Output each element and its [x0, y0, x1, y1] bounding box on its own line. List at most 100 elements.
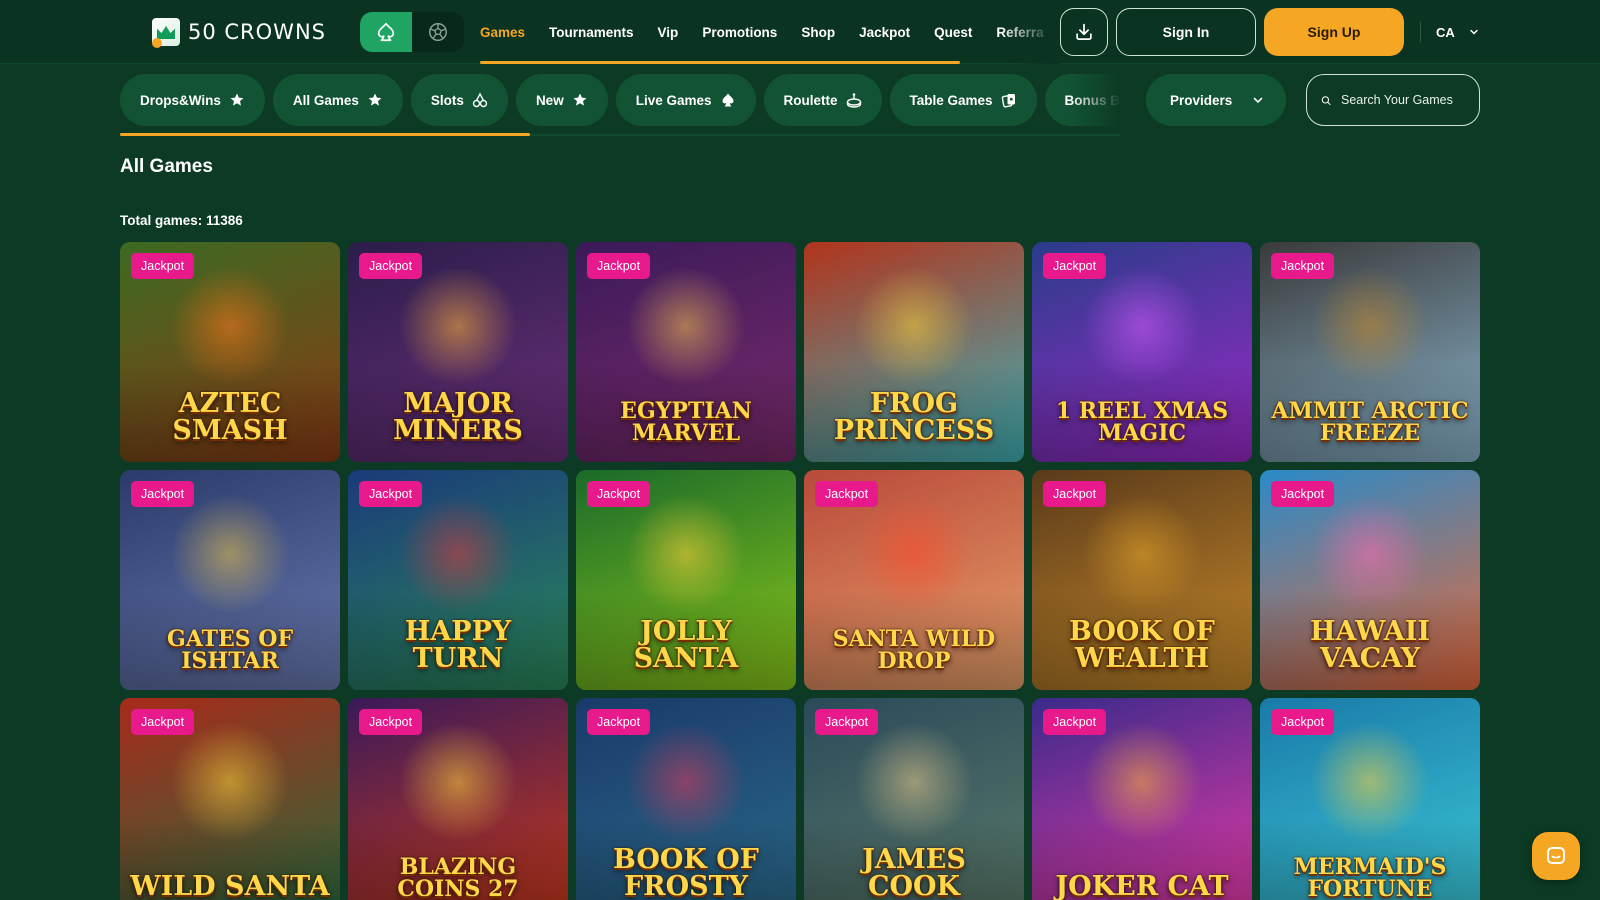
jackpot-badge: Jackpot: [359, 481, 423, 507]
category-tab-label: Table Games: [909, 92, 993, 108]
total-games-count: Total games: 11386: [120, 213, 243, 228]
game-title: Wild Santa: [130, 871, 330, 900]
jackpot-badge: Jackpot: [1271, 253, 1335, 279]
download-icon: [1076, 23, 1092, 41]
support-chat-button[interactable]: [1532, 832, 1580, 880]
brand-logo[interactable]: 50 CROWNS: [152, 17, 326, 48]
game-title: James Cook: [862, 844, 966, 900]
nav-link-tournaments[interactable]: Tournaments: [549, 0, 634, 64]
game-card-hawaii-vacay[interactable]: Jackpot Hawaii Vacay: [1260, 470, 1480, 690]
game-card-egyptian-marvel[interactable]: Jackpot Egyptian Marvel: [576, 242, 796, 462]
nav-link-quest[interactable]: Quest: [934, 0, 972, 64]
chevron-down-icon: [1253, 97, 1263, 104]
games-grid: Jackpot Aztec Smash Jackpot Major Miners Jac…: [120, 242, 1480, 900]
game-card-aztec-smash[interactable]: Jackpot Aztec Smash: [120, 242, 340, 462]
game-card-james-cook[interactable]: Jackpot James Cook: [804, 698, 1024, 900]
category-tab-slots[interactable]: Slots: [410, 74, 508, 126]
providers-dropdown[interactable]: Providers: [1146, 74, 1286, 126]
game-title: Egyptian Marvel: [620, 398, 752, 446]
cherries-icon: [472, 92, 488, 108]
star-icon: [229, 92, 245, 108]
jackpot-badge: Jackpot: [1271, 709, 1335, 735]
search-input[interactable]: [1341, 93, 1465, 107]
sports-mode-button[interactable]: [412, 12, 464, 52]
header-divider: [1420, 22, 1421, 42]
nav-link-shop[interactable]: Shop: [801, 0, 835, 64]
game-title: Joker Cat: [1055, 871, 1229, 900]
category-tab-label: Live Games: [635, 92, 712, 108]
game-card-santa-wild-drop[interactable]: Jackpot Santa Wild Drop: [804, 470, 1024, 690]
jackpot-badge: Jackpot: [359, 709, 423, 735]
spade-icon: [720, 92, 736, 108]
jackpot-badge: Jackpot: [1271, 481, 1335, 507]
game-card-ammit-arctic-freeze[interactable]: Jackpot Ammit Arctic Freeze: [1260, 242, 1480, 462]
search-icon: [1321, 95, 1331, 105]
game-card-jolly-santa[interactable]: Jackpot Jolly Santa: [576, 470, 796, 690]
nav-link-vip[interactable]: Vip: [658, 0, 679, 64]
nav-link-games[interactable]: Games: [480, 0, 525, 64]
sign-up-button[interactable]: Sign Up: [1264, 8, 1404, 56]
jackpot-badge: Jackpot: [359, 253, 423, 279]
category-bar: Drops&Wins All Games Slots New Live Games Rou…: [120, 74, 1120, 126]
top-header: 50 CROWNS Games Tournaments Vip Promotions S…: [0, 0, 1600, 64]
star-icon: [367, 92, 383, 108]
jackpot-badge: Jackpot: [1043, 709, 1107, 735]
soccer-ball-icon: [429, 23, 447, 41]
game-title: Book of Wealth: [1069, 616, 1215, 674]
star-icon: [572, 92, 588, 108]
game-title: Blazing Coins 27: [397, 854, 519, 900]
page-title: All Games: [120, 156, 213, 177]
game-title: Aztec Smash: [172, 388, 288, 446]
game-title: Book of Frosty: [613, 844, 759, 900]
game-title: Jolly Santa: [633, 616, 739, 674]
game-card-mermaid-s-fortune[interactable]: Jackpot Mermaid's Fortune: [1260, 698, 1480, 900]
category-tab-table-games[interactable]: Table Games: [889, 74, 1037, 126]
sign-in-button[interactable]: Sign In: [1116, 8, 1256, 56]
category-tab-all-games[interactable]: All Games: [272, 74, 403, 126]
category-tab-live-games[interactable]: Live Games: [615, 74, 756, 126]
game-title: Gates of Ishtar: [166, 626, 294, 674]
category-fade: [1070, 74, 1130, 126]
casino-mode-button[interactable]: [360, 12, 412, 52]
category-tab-label: Drops&Wins: [140, 92, 221, 108]
jackpot-badge: Jackpot: [815, 709, 879, 735]
category-scroll-indicator[interactable]: [120, 133, 530, 136]
language-select[interactable]: CA: [1436, 20, 1484, 44]
category-tab-label: All Games: [292, 92, 359, 108]
nav-link-promotions[interactable]: Promotions: [702, 0, 777, 64]
game-card-happy-turn[interactable]: Jackpot Happy Turn: [348, 470, 568, 690]
chevron-down-icon: [1470, 29, 1478, 35]
game-card-major-miners[interactable]: Jackpot Major Miners: [348, 242, 568, 462]
category-tab-drops-wins[interactable]: Drops&Wins: [120, 74, 265, 126]
game-card-wild-santa[interactable]: Jackpot Wild Santa: [120, 698, 340, 900]
jackpot-badge: Jackpot: [587, 481, 651, 507]
download-app-button[interactable]: [1060, 8, 1108, 56]
game-title: 1 Reel Xmas Magic: [1055, 398, 1229, 446]
game-card-frog-princess[interactable]: Frog Princess: [804, 242, 1024, 462]
category-tab-roulette[interactable]: Roulette: [763, 74, 882, 126]
cards-icon: [1001, 92, 1017, 108]
roulette-icon: [846, 92, 862, 108]
crown-logo-icon: [152, 18, 180, 48]
category-tab-label: New: [535, 92, 564, 108]
jackpot-badge: Jackpot: [131, 481, 195, 507]
providers-label: Providers: [1170, 92, 1233, 108]
nav-active-underline: [480, 61, 960, 64]
jackpot-badge: Jackpot: [1043, 481, 1107, 507]
jackpot-badge: Jackpot: [587, 709, 651, 735]
game-title: Mermaid's Fortune: [1293, 854, 1447, 900]
jackpot-badge: Jackpot: [587, 253, 651, 279]
chat-icon: [1547, 847, 1565, 864]
game-title: Ammit Arctic Freeze: [1271, 398, 1469, 446]
game-card-gates-of-ishtar[interactable]: Jackpot Gates of Ishtar: [120, 470, 340, 690]
nav-link-jackpot[interactable]: Jackpot: [859, 0, 910, 64]
game-card-1-reel-xmas-magic[interactable]: Jackpot 1 Reel Xmas Magic: [1032, 242, 1252, 462]
game-card-book-of-frosty[interactable]: Jackpot Book of Frosty: [576, 698, 796, 900]
game-card-blazing-coins-27[interactable]: Jackpot Blazing Coins 27: [348, 698, 568, 900]
game-title: Frog Princess: [833, 388, 995, 446]
game-title: Major Miners: [393, 388, 523, 446]
category-tab-new[interactable]: New: [515, 74, 608, 126]
game-card-book-of-wealth[interactable]: Jackpot Book of Wealth: [1032, 470, 1252, 690]
game-card-joker-cat[interactable]: Jackpot Joker Cat: [1032, 698, 1252, 900]
spade-icon: [377, 22, 395, 42]
